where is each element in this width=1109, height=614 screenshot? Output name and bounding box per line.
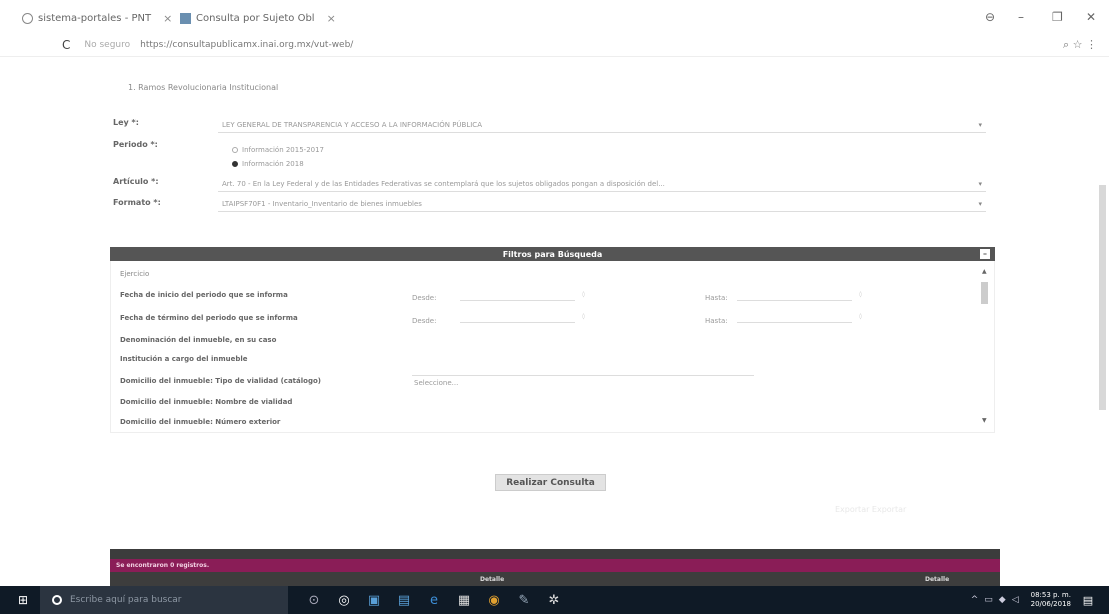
scroll-up-icon[interactable]: ▲: [982, 268, 987, 275]
filters-title: Filtros para Búsqueda: [502, 249, 603, 259]
notifications-icon[interactable]: ▤: [1077, 586, 1099, 614]
tab-label: Consulta por Sujeto Obl: [196, 12, 315, 24]
filters-header: Filtros para Búsqueda –: [110, 247, 995, 261]
chevron-down-icon: ▾: [978, 200, 982, 208]
periodo-option-2018[interactable]: Información 2018: [232, 160, 304, 168]
articulo-label: Artículo *:: [113, 177, 159, 186]
desde-label: Desde:: [412, 294, 437, 302]
close-tab-icon[interactable]: ×: [327, 12, 336, 25]
formato-value: LTAIPSF70F1 - Inventario_Inventario de b…: [222, 200, 422, 208]
radio-label: Información 2018: [242, 160, 304, 168]
tab-sistema-portales[interactable]: sistema-portales - PNT ×: [22, 8, 172, 28]
system-tray: ^ ▭ ◆ ◁ 08:53 p. m. 20/06/2018 ▤: [869, 586, 1109, 614]
close-window-button[interactable]: ✕: [1086, 10, 1096, 24]
settings-icon[interactable]: ✲: [540, 586, 568, 614]
ley-select[interactable]: LEY GENERAL DE TRANSPARENCIA Y ACCESO A …: [218, 119, 986, 133]
store-icon[interactable]: ▣: [360, 586, 388, 614]
column-detalle: Detalle: [480, 576, 505, 583]
section-title: 1. Ramos Revolucionaria Institucional: [128, 83, 279, 92]
filter-fecha-inicio-label: Fecha de inicio del periodo que se infor…: [120, 291, 288, 299]
fecha-termino-hasta-input[interactable]: ◊: [737, 313, 862, 323]
filter-nombre-vialidad-label: Domicilio del inmueble: Nombre de vialid…: [120, 398, 293, 406]
files-icon[interactable]: ◎: [330, 586, 358, 614]
edge-icon[interactable]: e: [420, 586, 448, 614]
results-header: [110, 549, 1000, 559]
browser-tools: ⌕ ☆ ⋮: [1063, 38, 1097, 52]
radio-icon: [232, 147, 238, 153]
chevron-down-icon: ▾: [978, 180, 982, 188]
filters-panel: [110, 261, 995, 433]
battery-icon[interactable]: ▭: [984, 595, 993, 605]
results-message: Se encontraron 0 registros.: [110, 559, 1000, 572]
ley-value: LEY GENERAL DE TRANSPARENCIA Y ACCESO A …: [222, 121, 482, 129]
task-view-icon[interactable]: ⊙: [300, 586, 328, 614]
scroll-down-icon[interactable]: ▼: [982, 417, 987, 424]
search-placeholder: Escribe aquí para buscar: [70, 595, 182, 605]
periodo-label: Periodo *:: [113, 140, 158, 149]
articulo-select[interactable]: Art. 70 - En la Ley Federal y de las Ent…: [218, 178, 986, 192]
clock-date: 20/06/2018: [1030, 600, 1071, 608]
radio-label: Información 2015-2017: [242, 146, 325, 154]
periodo-option-2015[interactable]: Información 2015-2017: [232, 146, 324, 154]
taskbar-search-input[interactable]: Escribe aquí para buscar: [40, 586, 288, 614]
cortana-icon: [52, 595, 62, 605]
terminal-icon[interactable]: ▤: [390, 586, 418, 614]
tab-consulta[interactable]: Consulta por Sujeto Obl ×: [180, 8, 336, 28]
clock[interactable]: 08:53 p. m. 20/06/2018: [1031, 591, 1071, 609]
volume-icon[interactable]: ◁: [1012, 595, 1019, 605]
desde-label: Desde:: [412, 317, 437, 325]
maximize-button[interactable]: ❐: [1052, 10, 1063, 24]
clock-time: 08:53 p. m.: [1030, 591, 1071, 599]
url-input[interactable]: https://consultapublicamx.inai.org.mx/vu…: [140, 40, 353, 50]
taskbar: ⊞ Escribe aquí para buscar ⊙ ◎ ▣ ▤ e ▦ ◉…: [0, 586, 1109, 614]
export-button[interactable]: Exportar Exportar: [835, 505, 906, 514]
results-columns: Detalle Detalle: [110, 572, 1000, 586]
filter-ejercicio-label: Ejercicio: [120, 270, 150, 278]
minimize-button[interactable]: –: [1018, 10, 1024, 24]
chevron-down-icon: ▾: [978, 121, 982, 129]
hasta-label: Hasta:: [705, 317, 728, 325]
fecha-inicio-desde-input[interactable]: ◊: [460, 291, 585, 301]
reload-button[interactable]: C: [62, 38, 70, 52]
star-icon[interactable]: ☆: [1073, 38, 1083, 51]
tipo-vialidad-select[interactable]: Seleccione...: [412, 375, 754, 389]
collapse-button[interactable]: –: [980, 249, 990, 259]
menu-icon[interactable]: ⋮: [1086, 38, 1097, 51]
formato-select[interactable]: LTAIPSF70F1 - Inventario_Inventario de b…: [218, 198, 986, 212]
chrome-icon[interactable]: ◉: [480, 586, 508, 614]
realizar-consulta-button[interactable]: Realizar Consulta: [495, 474, 606, 491]
address-bar: C No seguro https://consultapublicamx.in…: [0, 34, 1109, 56]
fecha-inicio-hasta-input[interactable]: ◊: [737, 291, 862, 301]
filter-denominacion-label: Denominación del inmueble, en su caso: [120, 336, 277, 344]
page-scrollbar[interactable]: [1099, 185, 1106, 410]
profile-icon[interactable]: ⊖: [985, 10, 995, 24]
ley-label: Ley *:: [113, 118, 139, 127]
chevron-up-icon[interactable]: ^: [971, 595, 979, 605]
filter-numero-exterior-label: Domicilio del inmueble: Número exterior: [120, 418, 281, 426]
fecha-termino-desde-input[interactable]: ◊: [460, 313, 585, 323]
radio-selected-icon: [232, 161, 238, 167]
tab-label: sistema-portales - PNT: [38, 12, 152, 24]
column-detalle-2: Detalle: [925, 576, 950, 583]
close-tab-icon[interactable]: ×: [163, 12, 172, 25]
divider: [0, 56, 1109, 57]
filter-tipo-vialidad-label: Domicilio del inmueble: Tipo de vialidad…: [120, 377, 321, 385]
filter-institucion-label: Institución a cargo del inmueble: [120, 355, 248, 363]
hasta-label: Hasta:: [705, 294, 728, 302]
scroll-thumb[interactable]: [981, 282, 988, 304]
network-icon[interactable]: ◆: [999, 595, 1006, 605]
windows-start-icon[interactable]: ⊞: [8, 586, 38, 614]
filter-fecha-termino-label: Fecha de término del periodo que se info…: [120, 314, 298, 322]
site-favicon-icon: [180, 12, 191, 24]
briefcase-icon[interactable]: ▦: [450, 586, 478, 614]
search-icon[interactable]: ⌕: [1063, 38, 1069, 51]
browser-tabstrip: sistema-portales - PNT × Consulta por Su…: [0, 0, 1109, 34]
articulo-value: Art. 70 - En la Ley Federal y de las Ent…: [222, 180, 665, 188]
loading-icon: [22, 12, 33, 24]
security-indicator[interactable]: No seguro: [84, 40, 130, 50]
paint-icon[interactable]: ✎: [510, 586, 538, 614]
formato-label: Formato *:: [113, 198, 161, 207]
